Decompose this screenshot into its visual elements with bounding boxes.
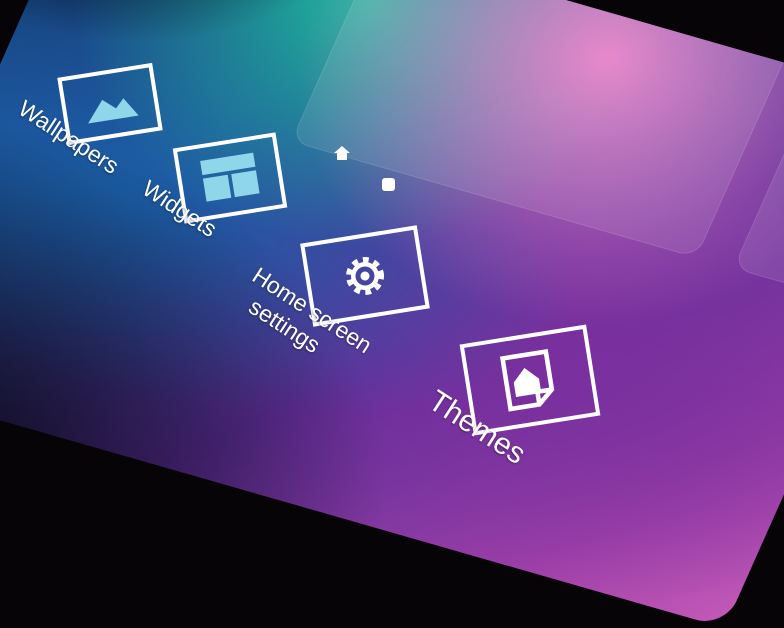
page-dot[interactable] bbox=[382, 178, 395, 191]
home-icon[interactable] bbox=[333, 145, 351, 161]
home-page-preview[interactable] bbox=[290, 0, 784, 258]
